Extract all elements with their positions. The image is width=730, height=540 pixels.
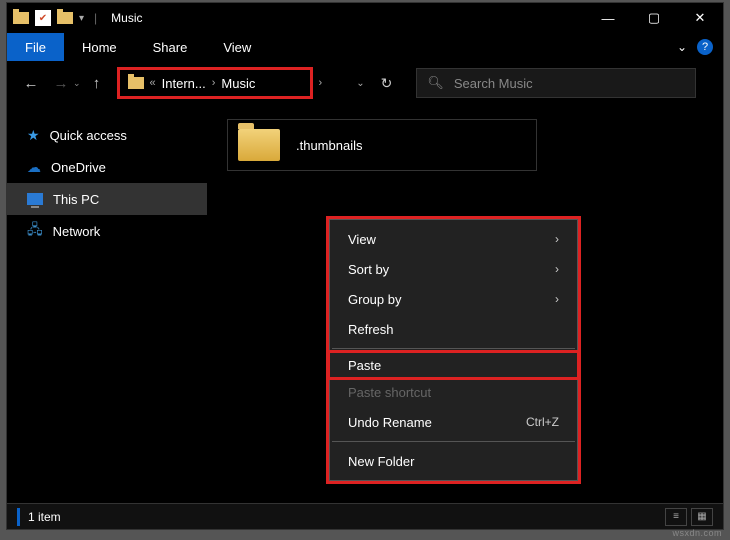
ctx-label: Paste shortcut [348, 385, 431, 400]
ctx-shortcut: Ctrl+Z [526, 415, 559, 429]
ctx-new-folder[interactable]: New Folder [330, 446, 577, 476]
window-title: Music [111, 11, 142, 25]
ctx-paste[interactable]: Paste [327, 350, 580, 380]
star-icon: ★ [27, 127, 40, 144]
ctx-group-by[interactable]: Group by › [330, 284, 577, 314]
sidebar-item-label: Network [53, 224, 101, 239]
ctx-label: Paste [348, 358, 381, 373]
cloud-icon: ☁ [27, 159, 41, 176]
navigation-pane: ★ Quick access ☁ OneDrive This PC 🖧 Netw… [7, 105, 207, 503]
search-input[interactable]: 🔍︎ Search Music [416, 68, 696, 98]
details-view-button[interactable]: ≡ [665, 508, 687, 526]
ctx-label: Undo Rename [348, 415, 432, 430]
folder-icon [13, 12, 29, 24]
search-icon: 🔍︎ [427, 75, 444, 91]
help-button[interactable]: ? [697, 39, 713, 55]
chevron-left-icon: « [150, 77, 156, 89]
ctx-undo-rename[interactable]: Undo Rename Ctrl+Z [330, 407, 577, 437]
context-menu-highlight: View › Sort by › Group by › Refresh Past… [326, 216, 581, 484]
status-text: 1 item [28, 510, 61, 524]
item-name: .thumbnails [296, 138, 362, 153]
minimize-button[interactable]: — [585, 3, 631, 33]
ctx-label: Group by [348, 292, 401, 307]
ctx-label: New Folder [348, 454, 414, 469]
separator [332, 441, 575, 442]
separator: | [94, 11, 97, 25]
sidebar-item-quick-access[interactable]: ★ Quick access [7, 119, 207, 151]
chevron-right-icon: › [212, 77, 216, 89]
status-bar: 1 item ≡ ▦ [7, 503, 723, 529]
sidebar-item-label: Quick access [50, 128, 127, 143]
sidebar-item-onedrive[interactable]: ☁ OneDrive [7, 151, 207, 183]
history-dropdown-icon[interactable]: ⌄ [73, 78, 81, 89]
file-tab[interactable]: File [7, 33, 64, 61]
thumbnails-view-button[interactable]: ▦ [691, 508, 713, 526]
chevron-down-icon[interactable]: ▾ [79, 13, 84, 24]
list-item[interactable]: .thumbnails [227, 119, 537, 171]
sidebar-item-label: This PC [53, 192, 99, 207]
chevron-right-icon: › [319, 77, 323, 89]
address-dropdown-icon[interactable]: ⌄ [356, 78, 364, 89]
forward-button[interactable]: → [47, 69, 75, 97]
search-placeholder: Search Music [454, 76, 533, 91]
title-bar: ✔ ▾ | Music — ▢ ✕ [7, 3, 723, 33]
ctx-refresh[interactable]: Refresh [330, 314, 577, 344]
pc-icon [27, 193, 43, 205]
folder-icon [128, 77, 144, 89]
ctx-label: Refresh [348, 322, 394, 337]
ctx-label: View [348, 232, 376, 247]
ctx-label: Sort by [348, 262, 389, 277]
sidebar-item-label: OneDrive [51, 160, 106, 175]
close-button[interactable]: ✕ [677, 3, 723, 33]
tab-home[interactable]: Home [64, 33, 135, 61]
watermark: wsxdn.com [672, 528, 722, 538]
sidebar-item-this-pc[interactable]: This PC [7, 183, 207, 215]
ribbon: File Home Share View ⌄ ? [7, 33, 723, 61]
chevron-right-icon: › [555, 262, 559, 276]
ctx-sort-by[interactable]: Sort by › [330, 254, 577, 284]
separator [332, 348, 575, 349]
tab-view[interactable]: View [205, 33, 269, 61]
maximize-button[interactable]: ▢ [631, 3, 677, 33]
network-icon: 🖧 [27, 219, 43, 243]
breadcrumb-segment[interactable]: Music [221, 76, 255, 91]
quick-access-toolbar-icon[interactable]: ✔ [35, 10, 51, 26]
chevron-right-icon: › [555, 292, 559, 306]
address-bar[interactable]: « Intern... › Music [117, 67, 313, 99]
status-accent [17, 508, 20, 526]
sidebar-item-network[interactable]: 🖧 Network [7, 215, 207, 247]
ctx-paste-shortcut: Paste shortcut [330, 377, 577, 407]
ribbon-collapse-icon[interactable]: ⌄ [677, 40, 687, 54]
ctx-view[interactable]: View › [330, 224, 577, 254]
breadcrumb-segment[interactable]: Intern... [162, 76, 206, 91]
chevron-right-icon: › [555, 232, 559, 246]
refresh-button[interactable]: ↻ [381, 75, 393, 92]
up-button[interactable]: ↑ [83, 69, 111, 97]
context-menu: View › Sort by › Group by › Refresh Past… [329, 219, 578, 481]
back-button[interactable]: ← [17, 69, 45, 97]
navigation-bar: ← → ⌄ ↑ « Intern... › Music › ⌄ ↻ 🔍︎ Sea… [7, 61, 723, 105]
folder-icon [57, 12, 73, 24]
folder-icon [238, 129, 280, 161]
tab-share[interactable]: Share [135, 33, 206, 61]
